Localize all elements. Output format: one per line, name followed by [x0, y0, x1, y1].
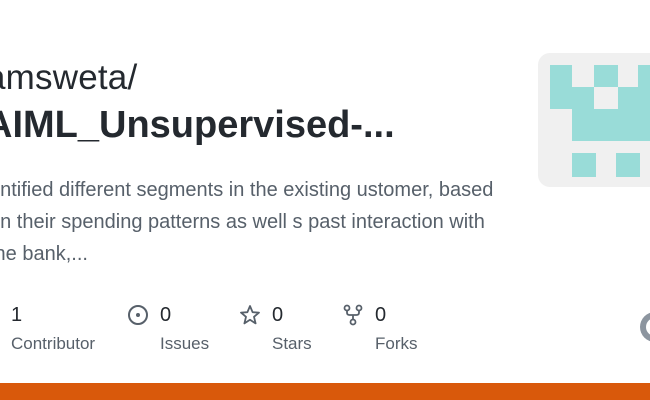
repo-description: entified different segments in the exist…	[0, 179, 494, 265]
stat-issues-value: 0	[160, 304, 172, 326]
avatar[interactable]	[538, 53, 650, 187]
repo-forked-icon	[342, 304, 364, 326]
github-logo-icon	[640, 312, 650, 342]
avatar-pixel	[638, 65, 650, 87]
repo-stats: 1 Contributor 0 Issues 0 Stars 0 Forks	[0, 300, 600, 360]
avatar-pixel	[618, 87, 650, 109]
avatar-pixel	[572, 153, 596, 177]
stat-stars-value: 0	[272, 304, 284, 326]
repo-owner[interactable]: amsweta/	[0, 58, 137, 98]
stat-stars-label: Stars	[272, 334, 312, 353]
stat-issues-label: Issues	[160, 334, 210, 353]
issue-opened-icon	[127, 304, 149, 326]
stat-contributors-label: Contributor	[11, 334, 96, 353]
stat-forks-label: Forks	[375, 334, 418, 353]
repo-social-card: amsweta/ AIML_Unsupervised-... entified …	[0, 0, 650, 400]
language-color-bar	[0, 383, 650, 400]
stat-contributors-value: 1	[11, 304, 23, 326]
avatar-pixel	[572, 109, 650, 131]
star-icon	[239, 304, 261, 326]
avatar-pixel	[616, 153, 640, 177]
avatar-pixel	[572, 131, 650, 141]
stat-forks-value: 0	[375, 304, 387, 326]
avatar-pixel	[550, 65, 572, 87]
avatar-pixel	[594, 65, 618, 87]
repo-name[interactable]: AIML_Unsupervised-...	[0, 104, 395, 147]
avatar-pixel	[550, 87, 594, 109]
